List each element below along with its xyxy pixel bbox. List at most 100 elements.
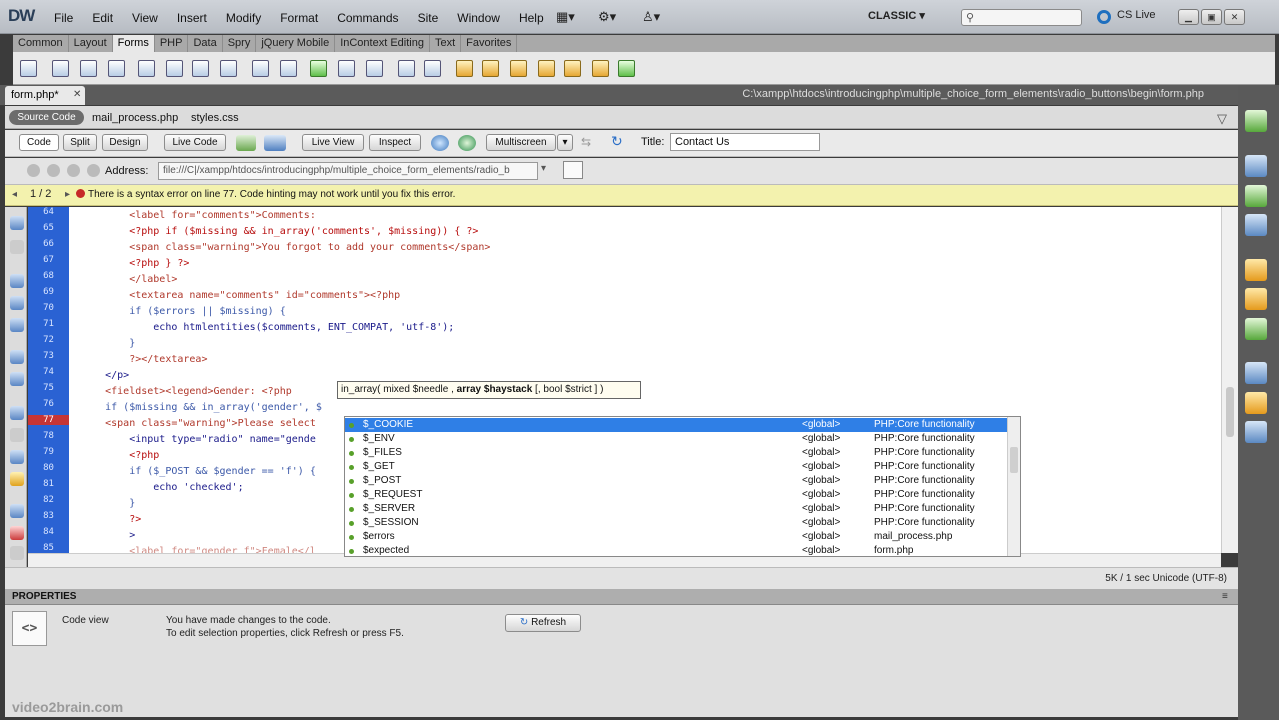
globe-icon[interactable] bbox=[458, 135, 476, 151]
menu-site[interactable]: Site bbox=[418, 11, 439, 25]
tab-common[interactable]: Common bbox=[13, 35, 69, 52]
code-hint-scrollbar[interactable] bbox=[1007, 417, 1020, 556]
code-hint-scroll-thumb[interactable] bbox=[1010, 447, 1018, 473]
code-hint-list[interactable]: $_COOKIE <global> PHP:Core functionality $… bbox=[344, 416, 1021, 557]
back-icon[interactable] bbox=[27, 164, 40, 177]
code-line[interactable]: if ($errors || $missing) { bbox=[69, 304, 286, 320]
code-line[interactable]: <textarea name="comments" id="comments">… bbox=[69, 288, 400, 304]
spry-validation-password-icon[interactable] bbox=[564, 60, 581, 77]
title-input[interactable]: Contact Us bbox=[670, 133, 820, 151]
close-button[interactable]: ✕ bbox=[1224, 9, 1245, 25]
show-code-navigator-icon[interactable] bbox=[10, 240, 24, 254]
code-line[interactable]: <?php if ($missing && in_array('comments… bbox=[69, 224, 478, 240]
tab-spry[interactable]: Spry bbox=[223, 35, 257, 52]
jump-menu-icon[interactable] bbox=[280, 60, 297, 77]
code-line[interactable]: if ($missing && in_array('gender', $ bbox=[69, 400, 322, 416]
tab-jquery-mobile[interactable]: jQuery Mobile bbox=[256, 35, 336, 52]
forward-icon[interactable] bbox=[47, 164, 60, 177]
more-tools-icon[interactable] bbox=[10, 546, 24, 560]
form-icon[interactable] bbox=[20, 60, 37, 77]
code-line[interactable]: <label for="gender_f">Female</l bbox=[69, 544, 316, 553]
menu-insert[interactable]: Insert bbox=[177, 11, 207, 25]
check-browser-icon[interactable] bbox=[236, 135, 256, 151]
code-view-button[interactable]: Code bbox=[19, 134, 59, 151]
code-hint-item[interactable]: $_SESSION <global> PHP:Core functionality bbox=[345, 516, 1008, 530]
select-parent-tag-icon[interactable] bbox=[10, 350, 24, 364]
tab-favorites[interactable]: Favorites bbox=[461, 35, 518, 52]
highlight-invalid-code-icon[interactable] bbox=[10, 428, 24, 442]
menu-format[interactable]: Format bbox=[280, 11, 318, 25]
line-numbers-icon[interactable] bbox=[10, 406, 24, 420]
code-line[interactable]: </label> bbox=[69, 272, 177, 288]
code-line[interactable]: <fieldset><legend>Gender: <?php bbox=[69, 384, 292, 400]
live-view-button[interactable]: Live View bbox=[302, 134, 364, 151]
close-tab-icon[interactable]: ✕ bbox=[73, 89, 81, 100]
code-line[interactable]: <span class="warning">Please select bbox=[69, 416, 316, 432]
radio-group-icon[interactable] bbox=[220, 60, 237, 77]
vertical-scroll-thumb[interactable] bbox=[1226, 387, 1234, 437]
spry-validation-radio-icon[interactable] bbox=[618, 60, 635, 77]
cslive-button[interactable]: CS Live bbox=[1117, 9, 1156, 21]
code-hint-item[interactable]: $_POST <global> PHP:Core functionality bbox=[345, 474, 1008, 488]
collapse-selection-icon[interactable] bbox=[10, 296, 24, 310]
wrap-tag-icon[interactable] bbox=[10, 526, 24, 540]
assets-icon[interactable] bbox=[1245, 318, 1267, 340]
panel-menu-icon[interactable]: ≡ bbox=[1222, 591, 1228, 602]
hidden-field-icon[interactable] bbox=[80, 60, 97, 77]
code-line[interactable]: echo 'checked'; bbox=[69, 480, 243, 496]
menu-window[interactable]: Window bbox=[457, 11, 500, 25]
next-error-icon[interactable]: ▸ bbox=[65, 189, 70, 200]
related-file-mail-process[interactable]: mail_process.php bbox=[92, 112, 178, 124]
code-line[interactable]: <?php bbox=[69, 448, 159, 464]
preview-in-browser-icon[interactable] bbox=[431, 135, 449, 151]
code-line[interactable]: ?></textarea> bbox=[69, 352, 207, 368]
label-icon[interactable] bbox=[398, 60, 415, 77]
workspace-switcher[interactable]: CLASSIC ▾ bbox=[868, 9, 925, 22]
refresh-icon[interactable]: ↻ bbox=[611, 133, 623, 150]
tab-incontext-editing[interactable]: InContext Editing bbox=[335, 35, 430, 52]
user-icon[interactable]: ♙▾ bbox=[642, 9, 660, 25]
tab-php[interactable]: PHP bbox=[155, 35, 189, 52]
help-search-input[interactable]: ⚲ bbox=[961, 9, 1082, 26]
gear-icon[interactable]: ⚙▾ bbox=[598, 9, 616, 25]
address-input[interactable]: file:///C|/xampp/htdocs/introducingphp/m… bbox=[158, 162, 538, 180]
checkbox-icon[interactable] bbox=[138, 60, 155, 77]
source-code-button[interactable]: Source Code bbox=[9, 110, 84, 125]
code-line[interactable]: echo htmlentities($comments, ENT_COMPAT,… bbox=[69, 320, 454, 336]
fieldset-icon[interactable] bbox=[424, 60, 441, 77]
textarea-icon[interactable] bbox=[108, 60, 125, 77]
balance-braces-icon[interactable] bbox=[10, 372, 24, 386]
menu-edit[interactable]: Edit bbox=[92, 11, 113, 25]
code-hint-item[interactable]: $expected <global> form.php bbox=[345, 544, 1008, 556]
spry-validation-select-icon[interactable] bbox=[538, 60, 555, 77]
address-dropdown-icon[interactable]: ▾ bbox=[541, 163, 546, 174]
image-field-icon[interactable] bbox=[310, 60, 327, 77]
code-line[interactable]: } bbox=[69, 496, 135, 512]
remove-comment-icon[interactable] bbox=[10, 504, 24, 518]
layout-icon[interactable]: ▦▾ bbox=[556, 9, 575, 25]
filter-icon[interactable]: ▽ bbox=[1217, 111, 1227, 127]
related-file-styles[interactable]: styles.css bbox=[191, 112, 239, 124]
insert-panel-icon[interactable] bbox=[1245, 110, 1267, 132]
menu-view[interactable]: View bbox=[132, 11, 158, 25]
code-hint-item[interactable]: $_FILES <global> PHP:Core functionality bbox=[345, 446, 1008, 460]
previous-error-icon[interactable]: ◂ bbox=[12, 189, 17, 200]
menu-modify[interactable]: Modify bbox=[226, 11, 261, 25]
split-view-button[interactable]: Split bbox=[63, 134, 97, 151]
document-tab[interactable]: form.php* ✕ bbox=[5, 86, 85, 105]
spry-validation-confirm-icon[interactable] bbox=[592, 60, 609, 77]
expand-all-icon[interactable] bbox=[10, 318, 24, 332]
server-behaviors-icon[interactable] bbox=[1245, 421, 1267, 443]
select-list-icon[interactable] bbox=[252, 60, 269, 77]
text-field-icon[interactable] bbox=[52, 60, 69, 77]
live-code-button[interactable]: Live Code bbox=[164, 134, 226, 151]
editor-vertical-scrollbar[interactable] bbox=[1221, 207, 1238, 553]
code-line[interactable]: <span class="warning">You forgot to add … bbox=[69, 240, 490, 256]
code-line[interactable]: > bbox=[69, 528, 135, 544]
code-hint-item[interactable]: $_SERVER <global> PHP:Core functionality bbox=[345, 502, 1008, 516]
live-view-options-icon[interactable] bbox=[563, 161, 583, 179]
code-line[interactable]: } bbox=[69, 336, 135, 352]
tag-inspector-icon[interactable] bbox=[1245, 214, 1267, 236]
inspect-button[interactable]: Inspect bbox=[369, 134, 421, 151]
spry-validation-checkbox-icon[interactable] bbox=[510, 60, 527, 77]
